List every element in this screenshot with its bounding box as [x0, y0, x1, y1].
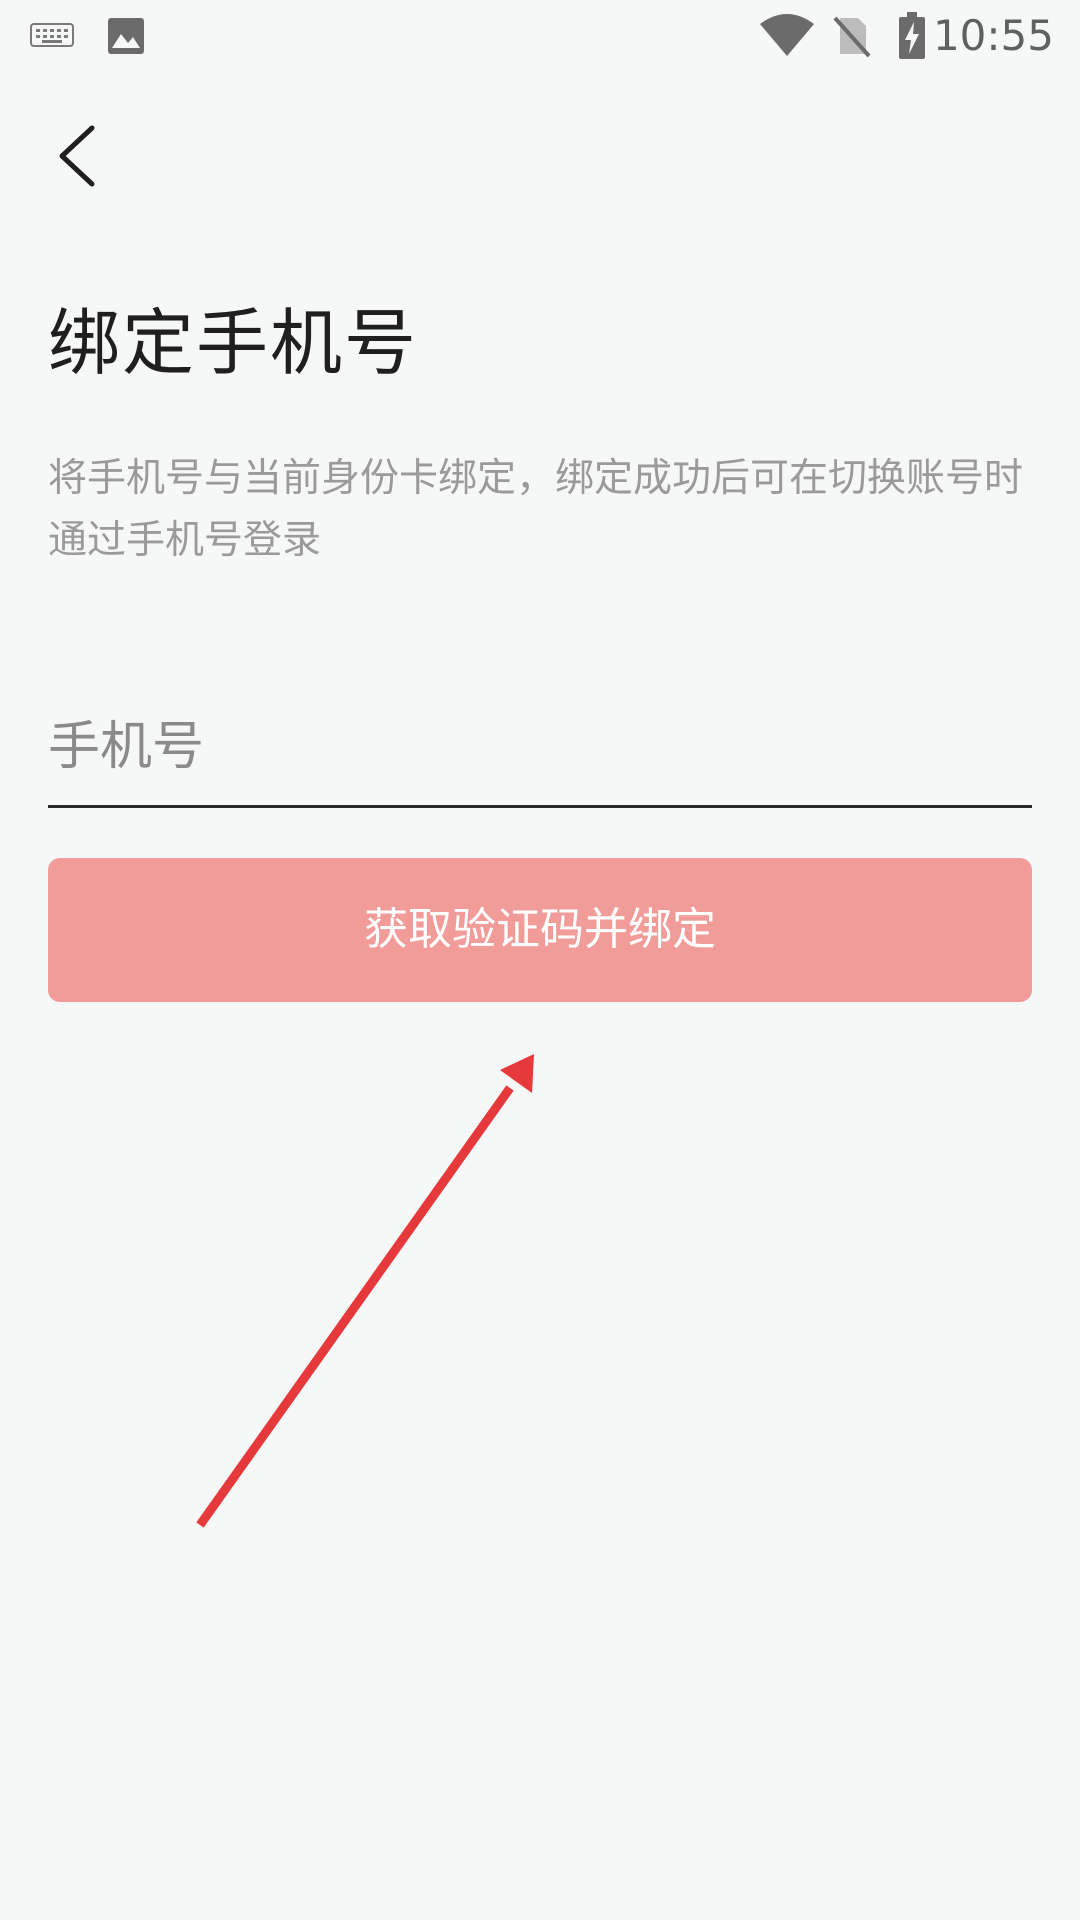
image-icon [108, 18, 144, 54]
status-bar: 10:55 [0, 0, 1080, 72]
phone-number-input[interactable] [48, 700, 1032, 808]
back-button[interactable] [40, 110, 120, 200]
status-time: 10:55 [932, 11, 1054, 60]
page-title: 绑定手机号 [48, 301, 419, 385]
chevron-left-icon [59, 125, 95, 187]
bind-phone-screen: 10:55 绑定手机号 将手机号与当前身份卡绑定，绑定成功后可在切换账号时通过手… [0, 0, 1080, 1920]
keyboard-icon [30, 23, 74, 47]
get-code-and-bind-button[interactable]: 获取验证码并绑定 [48, 858, 1032, 1002]
no-sim-icon [833, 16, 871, 58]
page-description: 将手机号与当前身份卡绑定，绑定成功后可在切换账号时通过手机号登录 [48, 456, 1024, 563]
battery-charging-icon [899, 12, 925, 59]
wifi-icon [760, 14, 814, 56]
